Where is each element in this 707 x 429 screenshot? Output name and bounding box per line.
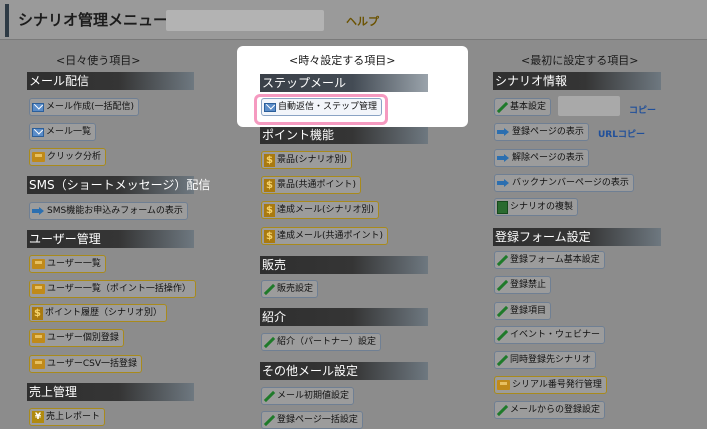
folder-icon bbox=[32, 259, 45, 269]
register-ban-button[interactable]: 登録禁止 bbox=[494, 276, 552, 294]
mail-defaults-button[interactable]: メール初期値設定 bbox=[261, 387, 355, 405]
dollar-icon: $ bbox=[264, 153, 275, 167]
register-page-view-button[interactable]: 登録ページの表示 bbox=[494, 123, 589, 141]
folder-icon bbox=[32, 152, 45, 162]
pencil-icon bbox=[497, 355, 508, 366]
dollar-icon: $ bbox=[32, 306, 43, 320]
dollar-icon: $ bbox=[264, 178, 275, 192]
page-title: シナリオ管理メニュー： bbox=[18, 11, 184, 29]
pencil-icon bbox=[497, 255, 508, 266]
mail-icon bbox=[32, 102, 44, 112]
section-sales: 売上管理 bbox=[27, 383, 194, 401]
folder-icon bbox=[32, 284, 45, 294]
pencil-icon bbox=[264, 415, 275, 426]
sales-report-button[interactable]: ¥ 売上レポート bbox=[29, 408, 106, 426]
yen-icon: ¥ bbox=[32, 411, 44, 423]
copy-icon bbox=[497, 200, 508, 214]
help-link[interactable]: ヘルプ bbox=[346, 13, 379, 29]
section-scenario-info: シナリオ情報 bbox=[493, 72, 661, 90]
referral-settings-button[interactable]: 紹介（パートナー）設定 bbox=[261, 333, 382, 351]
arrow-icon bbox=[32, 207, 45, 215]
register-fields-button[interactable]: 登録項目 bbox=[494, 302, 552, 320]
masked-value bbox=[558, 96, 620, 116]
prize-scenario-button[interactable]: $ 景品(シナリオ別) bbox=[261, 151, 353, 169]
scenario-duplicate-button[interactable]: シナリオの複製 bbox=[494, 198, 579, 216]
header-accent-bar bbox=[5, 4, 9, 37]
header: シナリオ管理メニュー： ヘルプ bbox=[0, 0, 707, 40]
mail-icon bbox=[32, 127, 44, 137]
pencil-icon bbox=[497, 405, 508, 416]
folder-icon bbox=[497, 380, 510, 390]
pencil-icon bbox=[264, 337, 275, 348]
folder-icon bbox=[32, 333, 45, 343]
serial-number-button[interactable]: シリアル番号発行管理 bbox=[494, 376, 607, 394]
click-analysis-button[interactable]: クリック分析 bbox=[29, 148, 107, 166]
pencil-icon bbox=[264, 391, 275, 402]
right-column-title: <最初に設定する項目> bbox=[521, 54, 639, 67]
folder-icon bbox=[32, 359, 45, 369]
section-sms: SMS（ショートメッセージ）配信 bbox=[27, 176, 211, 194]
masked-scenario-name bbox=[166, 10, 324, 31]
pencil-icon bbox=[497, 330, 508, 341]
user-list-button[interactable]: ユーザー一覧 bbox=[29, 255, 106, 273]
highlight-ring bbox=[254, 94, 388, 125]
mail-create-button[interactable]: メール作成(一括配信) bbox=[29, 98, 140, 116]
section-mail-delivery: メール配信 bbox=[27, 72, 194, 90]
user-list-points-button[interactable]: ユーザー一覧（ポイント一括操作） bbox=[29, 280, 196, 298]
event-webinar-button[interactable]: イベント・ウェビナー bbox=[494, 326, 606, 344]
register-form-basic-button[interactable]: 登録フォーム基本設定 bbox=[494, 251, 605, 269]
dollar-icon: $ bbox=[264, 229, 275, 243]
url-copy-link[interactable]: URLコピー bbox=[598, 127, 645, 140]
section-register-form: 登録フォーム設定 bbox=[493, 228, 661, 246]
basic-settings-button[interactable]: 基本設定 bbox=[494, 98, 552, 116]
pencil-icon bbox=[497, 280, 508, 291]
user-register-button[interactable]: ユーザー個別登録 bbox=[29, 329, 124, 347]
sms-form-button[interactable]: SMS機能お申込みフォームの表示 bbox=[29, 202, 188, 220]
achievement-mail-common-button[interactable]: $ 達成メール(共通ポイント) bbox=[261, 227, 389, 245]
pencil-icon bbox=[497, 306, 508, 317]
section-other-mail: その他メール設定 bbox=[260, 362, 428, 380]
section-user-management: ユーザー管理 bbox=[27, 230, 194, 248]
backnumber-page-view-button[interactable]: バックナンバーページの表示 bbox=[494, 174, 634, 192]
mail-list-button[interactable]: メール一覧 bbox=[29, 123, 97, 141]
middle-column-title: <時々設定する項目> bbox=[289, 54, 396, 67]
register-page-bulk-button[interactable]: 登録ページ一括設定 bbox=[261, 411, 363, 429]
arrow-icon bbox=[497, 154, 510, 162]
prize-common-button[interactable]: $ 景品(共通ポイント) bbox=[261, 176, 362, 194]
section-points: ポイント機能 bbox=[260, 126, 428, 144]
copy-link[interactable]: コピー bbox=[629, 103, 656, 116]
concurrent-scenario-button[interactable]: 同時登録先シナリオ bbox=[494, 351, 597, 369]
arrow-icon bbox=[497, 128, 510, 136]
point-history-button[interactable]: $ ポイント履歴（シナリオ別） bbox=[29, 304, 168, 322]
arrow-icon bbox=[497, 179, 510, 187]
left-column-title: <日々使う項目> bbox=[56, 54, 141, 67]
user-csv-import-button[interactable]: ユーザーCSV一括登録 bbox=[29, 355, 142, 373]
dollar-icon: $ bbox=[264, 203, 275, 217]
achievement-mail-scenario-button[interactable]: $ 達成メール(シナリオ別) bbox=[261, 201, 380, 219]
section-referral: 紹介 bbox=[260, 308, 428, 326]
pencil-icon bbox=[497, 102, 508, 113]
section-sales-settings: 販売 bbox=[260, 256, 428, 274]
unsubscribe-page-view-button[interactable]: 解除ページの表示 bbox=[494, 149, 589, 167]
section-step-mail: ステップメール bbox=[260, 74, 428, 92]
pencil-icon bbox=[264, 284, 275, 295]
sales-settings-button[interactable]: 販売設定 bbox=[261, 280, 319, 298]
mail-register-settings-button[interactable]: メールからの登録設定 bbox=[494, 401, 606, 419]
